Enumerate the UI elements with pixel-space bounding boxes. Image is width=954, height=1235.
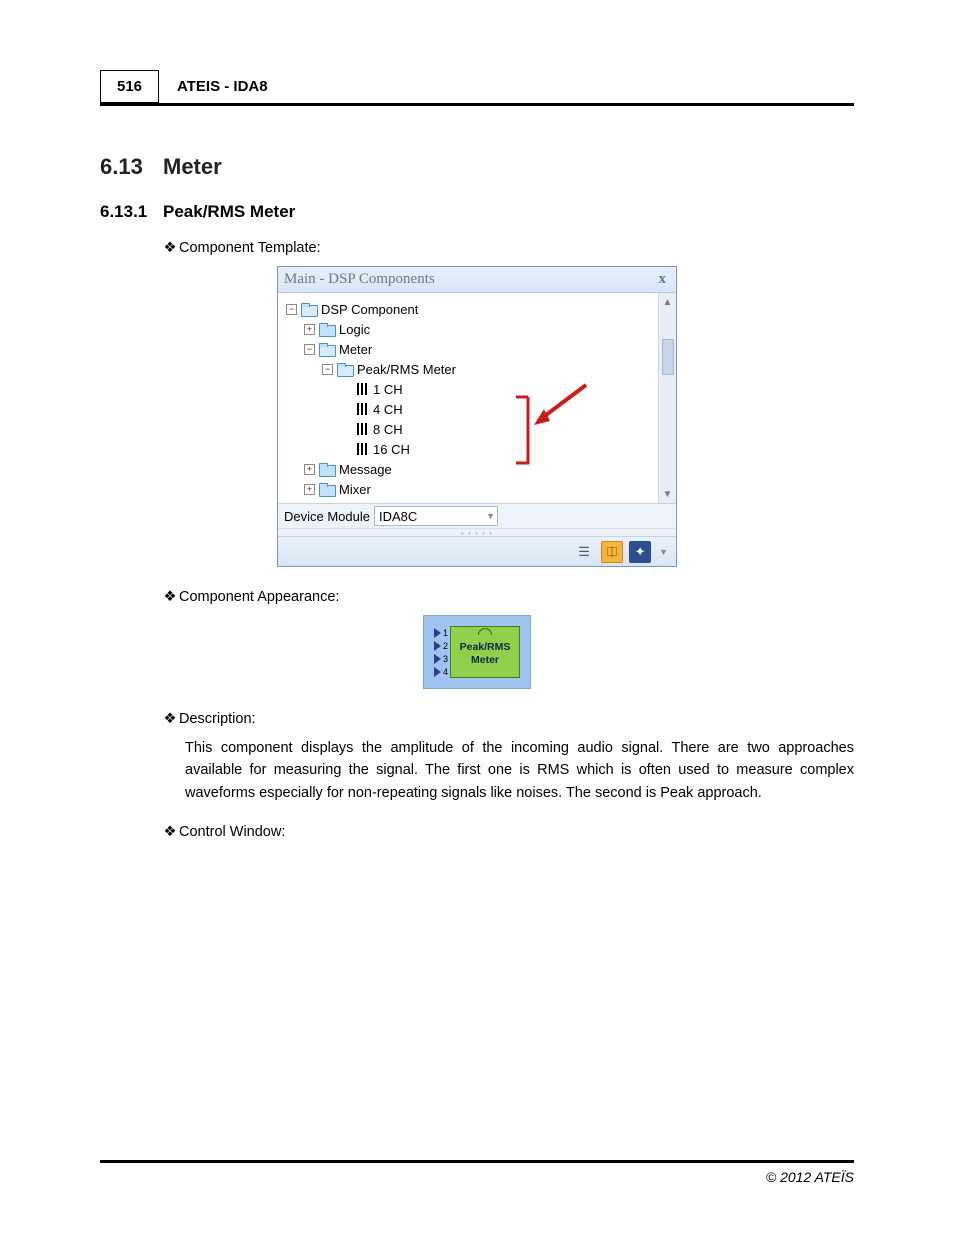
tree-item-mixer[interactable]: + Mixer <box>286 479 654 499</box>
tree-item-peakrms[interactable]: − Peak/RMS Meter <box>286 359 654 379</box>
port-2: 2 <box>434 639 448 652</box>
panel-titlebar: Main - DSP Components x <box>278 267 676 293</box>
expander-icon[interactable]: + <box>304 484 315 495</box>
tree-leaf-4ch[interactable]: 4 CH <box>286 399 654 419</box>
expander-icon[interactable]: + <box>304 464 315 475</box>
close-icon[interactable]: x <box>655 271 671 288</box>
resize-grip[interactable]: • • • • • <box>278 528 676 536</box>
scroll-down-icon[interactable]: ▼ <box>661 487 675 501</box>
toolbar-dropdown-icon[interactable]: ▼ <box>657 547 670 557</box>
scrollbar[interactable]: ▲ ▼ <box>658 293 676 503</box>
page-number: 516 <box>100 70 159 103</box>
bullet-icon: ❖ <box>163 711 177 727</box>
subsection-title: Peak/RMS Meter <box>163 202 295 221</box>
section-heading: 6.13Meter <box>100 154 854 180</box>
tree-item-meter[interactable]: − Meter <box>286 339 654 359</box>
meter-icon <box>355 383 369 395</box>
component-appearance-block: 1 2 3 4 Peak/RMS Meter <box>423 615 531 689</box>
scroll-thumb[interactable] <box>662 339 674 375</box>
folder-icon <box>319 323 335 336</box>
expander-icon[interactable]: − <box>322 364 333 375</box>
label-component-appearance: ❖Component Appearance: <box>163 589 854 605</box>
device-module-combo[interactable]: IDA8C ▼ <box>374 506 498 526</box>
tree-leaf-1ch[interactable]: 1 CH <box>286 379 654 399</box>
port-triangle-icon <box>434 641 441 651</box>
bullet-icon: ❖ <box>163 824 177 840</box>
label-control-window: ❖Control Window: <box>163 824 854 840</box>
subsection-heading: 6.13.1Peak/RMS Meter <box>100 202 854 222</box>
device-module-row: Device Module IDA8C ▼ <box>278 503 676 528</box>
component-tree: − DSP Component + Logic − Meter <box>278 293 658 503</box>
expander-icon[interactable]: + <box>304 324 315 335</box>
chevron-down-icon: ▼ <box>486 511 495 521</box>
meter-icon <box>355 423 369 435</box>
toolbar-button-settings-icon[interactable]: ✦ <box>629 541 651 563</box>
scroll-up-icon[interactable]: ▲ <box>661 295 675 309</box>
folder-icon <box>319 463 335 476</box>
meter-icon <box>355 443 369 455</box>
description-paragraph: This component displays the amplitude of… <box>185 737 854 804</box>
label-description: ❖Description: <box>163 711 854 727</box>
port-3: 3 <box>434 652 448 665</box>
subsection-number: 6.13.1 <box>100 202 163 222</box>
port-triangle-icon <box>434 654 441 664</box>
loop-icon <box>478 628 492 635</box>
expander-icon[interactable]: − <box>304 344 315 355</box>
page-header: 516 ATEIS - IDA8 <box>100 70 854 106</box>
folder-icon <box>301 303 317 316</box>
folder-icon <box>319 483 335 496</box>
port-4: 4 <box>434 665 448 678</box>
dsp-components-panel: Main - DSP Components x − DSP Component … <box>277 266 677 567</box>
section-number: 6.13 <box>100 154 163 180</box>
meter-icon <box>355 403 369 415</box>
toolbar-button-align-icon[interactable]: ⎅ <box>601 541 623 563</box>
component-box: Peak/RMS Meter <box>450 626 520 678</box>
tree-leaf-16ch[interactable]: 16 CH <box>286 439 654 459</box>
doc-title: ATEIS - IDA8 <box>159 70 286 103</box>
label-component-template: ❖Component Template: <box>163 240 854 256</box>
input-ports: 1 2 3 4 <box>434 626 450 678</box>
panel-toolbar: ☰ ⎅ ✦ ▼ <box>278 536 676 566</box>
tree-item-logic[interactable]: + Logic <box>286 319 654 339</box>
page-footer: © 2012 ATEÏS <box>100 1160 854 1185</box>
section-title: Meter <box>163 154 222 179</box>
folder-icon <box>337 363 353 376</box>
toolbar-button-list-icon[interactable]: ☰ <box>573 541 595 563</box>
tree-root[interactable]: − DSP Component <box>286 299 654 319</box>
tree-item-message[interactable]: + Message <box>286 459 654 479</box>
bullet-icon: ❖ <box>163 589 177 605</box>
device-module-label: Device Module <box>278 505 374 528</box>
folder-icon <box>319 343 335 356</box>
expander-icon[interactable]: − <box>286 304 297 315</box>
port-1: 1 <box>434 626 448 639</box>
tree-leaf-8ch[interactable]: 8 CH <box>286 419 654 439</box>
device-module-value: IDA8C <box>379 509 417 524</box>
panel-title: Main - DSP Components <box>284 271 435 288</box>
port-triangle-icon <box>434 667 441 677</box>
port-triangle-icon <box>434 628 441 638</box>
bullet-icon: ❖ <box>163 240 177 256</box>
